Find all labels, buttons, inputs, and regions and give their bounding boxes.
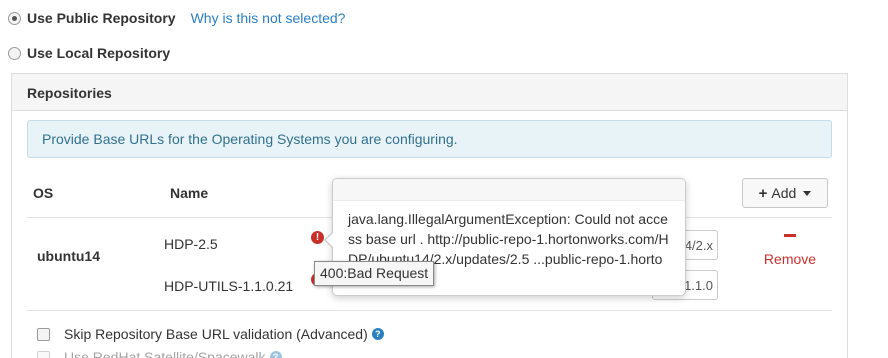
add-button-label: Add — [771, 185, 797, 201]
local-repo-radio[interactable] — [8, 46, 21, 60]
error-tooltip: 400:Bad Request — [314, 261, 435, 286]
plus-icon: + — [758, 184, 768, 202]
public-repo-label: Use Public Repository — [27, 10, 176, 26]
local-repo-label: Use Local Repository — [27, 45, 171, 61]
redhat-satellite-option[interactable]: Use RedHat Satellite/Spacewalk ? — [37, 349, 282, 358]
redhat-satellite-label: Use RedHat Satellite/Spacewalk — [64, 349, 266, 358]
column-header-name: Name — [170, 185, 209, 201]
column-header-os: OS — [33, 185, 54, 201]
help-icon[interactable]: ? — [269, 351, 282, 358]
remove-label: Remove — [763, 251, 817, 267]
skip-validation-checkbox[interactable] — [37, 327, 50, 341]
public-repo-option[interactable]: Use Public Repository Why is this not se… — [8, 10, 345, 26]
help-icon[interactable]: ? — [371, 328, 384, 340]
skip-validation-label: Skip Repository Base URL validation (Adv… — [64, 326, 368, 342]
local-repo-option[interactable]: Use Local Repository — [8, 45, 170, 61]
remove-os-button[interactable]: Remove — [760, 234, 820, 267]
repo-name: HDP-UTILS-1.1.0.21 — [164, 278, 294, 294]
public-repo-radio[interactable] — [8, 11, 21, 25]
skip-validation-option[interactable]: Skip Repository Base URL validation (Adv… — [37, 326, 384, 342]
panel-title: Repositories — [12, 74, 847, 111]
caret-down-icon — [803, 190, 812, 196]
redhat-satellite-checkbox[interactable] — [37, 350, 50, 358]
popover-title — [333, 179, 685, 201]
why-not-selected-link[interactable]: Why is this not selected? — [191, 10, 346, 26]
table-divider — [27, 310, 832, 311]
error-icon[interactable]: ! — [311, 231, 324, 244]
popover-arrow — [324, 231, 334, 249]
add-os-button[interactable]: + Add — [742, 178, 828, 208]
minus-icon — [784, 234, 796, 237]
os-name: ubuntu14 — [37, 248, 100, 264]
repo-name: HDP-2.5 — [164, 236, 218, 252]
info-alert: Provide Base URLs for the Operating Syst… — [27, 120, 832, 158]
